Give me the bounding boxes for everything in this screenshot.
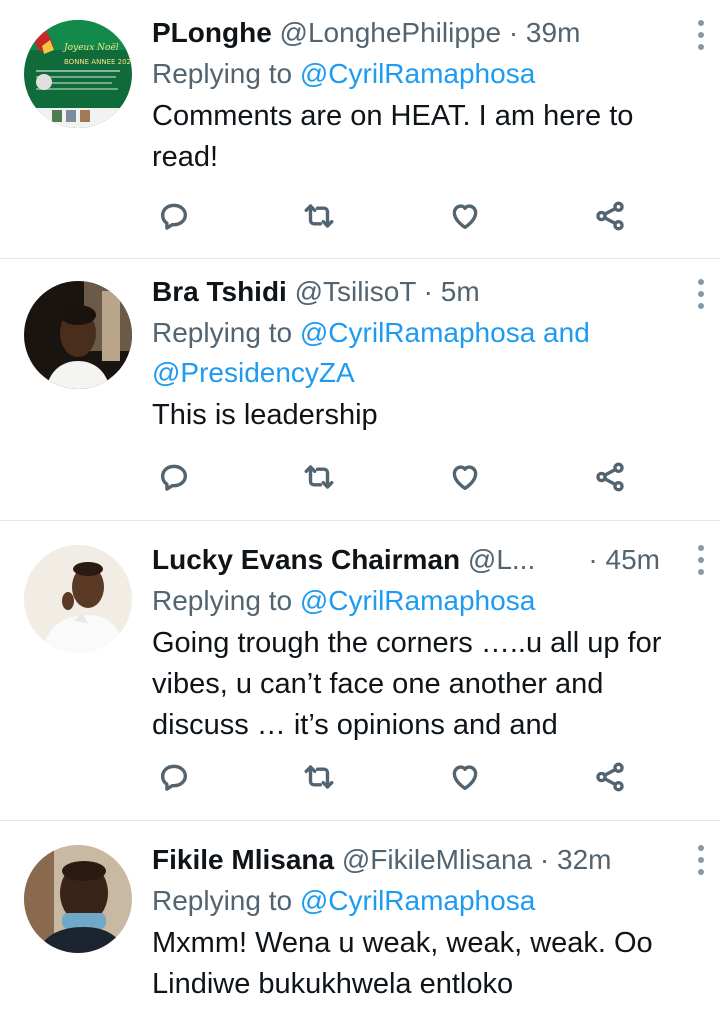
tweet-text: Mxmm! Wena u weak, weak, weak. Oo Lindiw… xyxy=(152,923,700,1005)
share-icon[interactable] xyxy=(588,457,632,497)
like-icon[interactable] xyxy=(443,757,487,797)
avatar[interactable] xyxy=(24,845,132,953)
tweet-text-line: discuss … it’s opinions and and xyxy=(152,709,558,741)
tweet-text-line: Going trough the corners …..u all up for xyxy=(152,627,662,659)
display-name[interactable]: Fikile Mlisana xyxy=(152,844,334,875)
tweet-item[interactable]: Joyeux Noël BONNE ANNEE 2022 PLonghe @Lo… xyxy=(0,0,720,259)
mention-link[interactable]: @CyrilRamaphosa xyxy=(300,317,535,348)
user-handle[interactable]: @L... xyxy=(468,544,535,575)
tweet-content: PLonghe @LonghePhilippe · 39m Replying t… xyxy=(152,14,700,178)
separator-dot: · xyxy=(539,844,550,875)
action-bar xyxy=(152,457,632,497)
replying-to: Replying to @CyrilRamaphosa xyxy=(152,581,700,621)
replying-to-label: Replying to xyxy=(152,317,293,348)
avatar-image xyxy=(24,281,132,389)
timestamp[interactable]: · 45m xyxy=(588,541,660,579)
avatar-greeting: Joyeux Noël xyxy=(62,43,119,53)
user-handle[interactable]: @LonghePhilippe xyxy=(280,17,501,48)
display-name[interactable]: Lucky Evans Chairman xyxy=(152,544,460,575)
more-options-icon[interactable] xyxy=(696,20,706,50)
share-icon[interactable] xyxy=(588,757,632,797)
replying-to-label: Replying to xyxy=(152,885,293,916)
more-options-icon[interactable] xyxy=(696,545,706,575)
tweet-text: Going trough the corners …..u all up for… xyxy=(152,623,700,746)
reply-icon[interactable] xyxy=(152,757,196,797)
avatar-image xyxy=(24,845,132,953)
retweet-icon[interactable] xyxy=(297,757,341,797)
action-bar xyxy=(152,757,632,797)
more-options-icon[interactable] xyxy=(696,845,706,875)
tweet-header: PLonghe @LonghePhilippe · 39m xyxy=(152,14,700,52)
user-handle[interactable]: @TsilisoT xyxy=(295,276,416,307)
replies-feed: Joyeux Noël BONNE ANNEE 2022 PLonghe @Lo… xyxy=(0,0,720,1011)
replying-to-label: Replying to xyxy=(152,585,293,616)
like-icon[interactable] xyxy=(443,457,487,497)
tweet-text: Comments are on HEAT. I am here to read! xyxy=(152,96,700,178)
tweet-text-line: Mxmm! Wena u weak, weak, weak. Oo xyxy=(152,927,653,959)
replying-to: Replying to @CyrilRamaphosa xyxy=(152,54,700,94)
tweet-content: Bra Tshidi @TsilisoT · 5m Replying to @C… xyxy=(152,273,700,436)
user-handle[interactable]: @FikileMlisana xyxy=(342,844,532,875)
tweet-text-line: Comments are on HEAT. I am here to xyxy=(152,100,634,132)
tweet-text-line: This is leadership xyxy=(152,399,378,431)
avatar-year-text: BONNE ANNEE 2022 xyxy=(64,58,132,66)
tweet-text-line: Lindiwe bukukhwela entloko xyxy=(152,968,514,1000)
avatar-image: Joyeux Noël BONNE ANNEE 2022 xyxy=(24,20,132,128)
display-name[interactable]: Bra Tshidi xyxy=(152,276,287,307)
separator-dot: · xyxy=(423,276,433,307)
mention-joiner: and xyxy=(543,317,590,348)
timestamp[interactable]: 32m xyxy=(557,844,611,875)
separator-dot: · xyxy=(508,17,519,48)
timestamp[interactable]: 39m xyxy=(526,17,580,48)
more-options-icon[interactable] xyxy=(696,279,706,309)
timestamp-value: 45m xyxy=(605,544,660,575)
display-name[interactable]: PLonghe xyxy=(152,17,272,48)
avatar[interactable] xyxy=(24,545,132,653)
tweet-header: Bra Tshidi @TsilisoT · 5m xyxy=(152,273,700,311)
tweet-text-line: read! xyxy=(152,141,219,173)
mention-link[interactable]: @CyrilRamaphosa xyxy=(300,58,535,89)
replying-to: Replying to @CyrilRamaphosa and @Preside… xyxy=(152,313,700,393)
avatar-image xyxy=(24,545,132,653)
like-icon[interactable] xyxy=(443,196,487,236)
tweet-item[interactable]: Bra Tshidi @TsilisoT · 5m Replying to @C… xyxy=(0,259,720,521)
reply-icon[interactable] xyxy=(152,457,196,497)
share-icon[interactable] xyxy=(588,196,632,236)
avatar[interactable] xyxy=(24,281,132,389)
action-bar xyxy=(152,196,632,236)
tweet-header: Lucky Evans Chairman @L... · 45m xyxy=(152,541,700,579)
replying-to: Replying to @CyrilRamaphosa xyxy=(152,881,700,921)
tweet-header: Fikile Mlisana @FikileMlisana · 32m xyxy=(152,841,700,879)
tweet-content: Lucky Evans Chairman @L... · 45m Replyin… xyxy=(152,541,700,746)
mention-link[interactable]: @CyrilRamaphosa xyxy=(300,585,535,616)
separator-dot: · xyxy=(588,544,598,575)
replying-to-label: Replying to xyxy=(152,58,293,89)
tweet-content: Fikile Mlisana @FikileMlisana · 32m Repl… xyxy=(152,841,700,1005)
mention-link[interactable]: @PresidencyZA xyxy=(152,357,355,388)
retweet-icon[interactable] xyxy=(297,457,341,497)
avatar[interactable]: Joyeux Noël BONNE ANNEE 2022 xyxy=(24,20,132,128)
tweet-item[interactable]: Fikile Mlisana @FikileMlisana · 32m Repl… xyxy=(0,821,720,1011)
timestamp[interactable]: 5m xyxy=(441,276,480,307)
tweet-text: This is leadership xyxy=(152,395,700,436)
retweet-icon[interactable] xyxy=(297,196,341,236)
mention-link[interactable]: @CyrilRamaphosa xyxy=(300,885,535,916)
reply-icon[interactable] xyxy=(152,196,196,236)
tweet-item[interactable]: Lucky Evans Chairman @L... · 45m Replyin… xyxy=(0,521,720,821)
tweet-text-line: vibes, u can’t face one another and xyxy=(152,668,604,700)
